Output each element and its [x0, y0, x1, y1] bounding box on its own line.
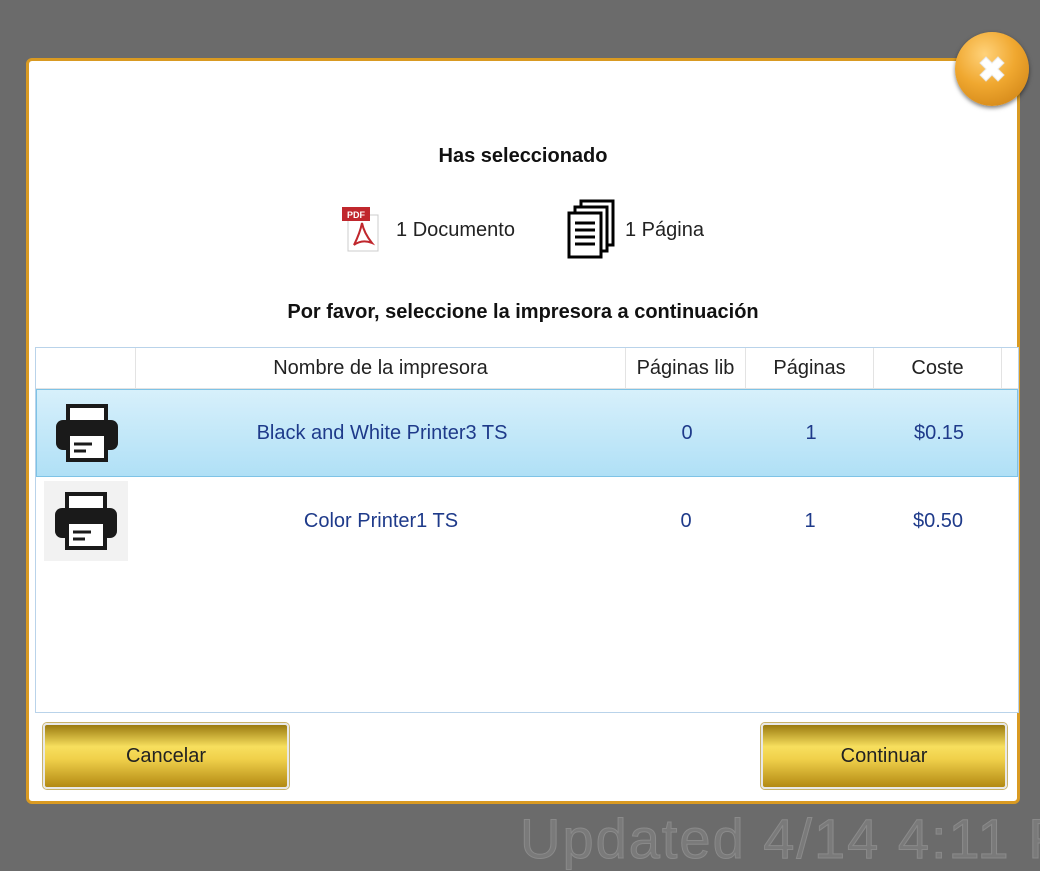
background-updated-text: Updated 4/14 4:11 P: [520, 807, 1040, 871]
header-free-pages[interactable]: Páginas lib: [626, 348, 746, 388]
close-button[interactable]: [955, 32, 1029, 106]
printer-name: Black and White Printer3 TS: [256, 421, 508, 444]
printer-table: Nombre de la impresora Páginas lib Págin…: [35, 347, 1019, 713]
header-cost[interactable]: Coste: [874, 348, 1002, 388]
header-printer-name[interactable]: Nombre de la impresora: [136, 348, 626, 388]
printer-selection-dialog: Has seleccionado PDF 1 Documento 1 Págin…: [26, 58, 1020, 804]
page-count: 1 Página: [563, 199, 704, 261]
printer-name: Color Printer1 TS: [303, 509, 459, 532]
table-row[interactable]: Color Printer1 TS 0 1 $0.50: [36, 477, 1018, 565]
cost-value: $0.50: [912, 509, 964, 532]
pdf-badge-text: PDF: [347, 210, 366, 220]
dialog-title: Has seleccionado: [438, 145, 608, 167]
printer-icon: [45, 393, 129, 473]
close-icon: [979, 56, 1005, 82]
pages-value: 1: [804, 509, 816, 532]
pdf-icon: PDF: [342, 207, 382, 253]
document-count-label: 1 Documento: [396, 218, 515, 241]
table-row-selected[interactable]: Black and White Printer3 TS 0 1 $0.15: [36, 389, 1018, 477]
cost-value: $0.15: [913, 421, 965, 444]
free-pages-value: 0: [680, 509, 692, 532]
document-count: PDF 1 Documento: [342, 207, 515, 253]
continue-button[interactable]: Continuar: [761, 723, 1007, 789]
cancel-button[interactable]: Cancelar: [43, 723, 289, 789]
table-header: Nombre de la impresora Páginas lib Págin…: [36, 348, 1018, 389]
pages-value: 1: [805, 421, 817, 444]
instruction-text: Por favor, seleccione la impresora a con…: [287, 301, 759, 323]
page-count-label: 1 Página: [625, 218, 704, 241]
header-icon-column: [36, 348, 136, 388]
pages-icon: [563, 199, 619, 261]
selection-summary: PDF 1 Documento 1 Página: [29, 199, 1017, 261]
header-pages[interactable]: Páginas: [746, 348, 874, 388]
free-pages-value: 0: [681, 421, 693, 444]
printer-icon: [44, 481, 128, 561]
